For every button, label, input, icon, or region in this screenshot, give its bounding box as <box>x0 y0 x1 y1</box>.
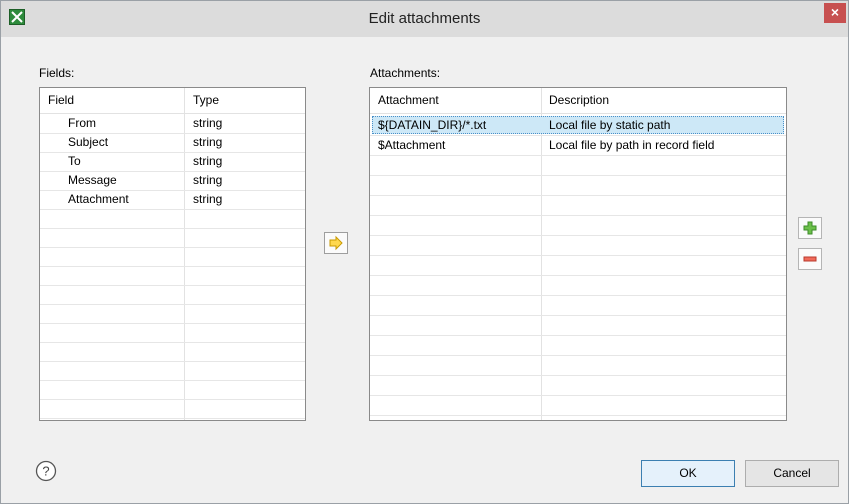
empty-table-row[interactable] <box>40 228 305 248</box>
ok-button[interactable]: OK <box>641 460 735 487</box>
table-row[interactable]: Message string <box>40 171 305 191</box>
field-name-cell: Subject <box>68 135 109 149</box>
column-header-type[interactable]: Type <box>185 88 305 113</box>
table-row[interactable]: From string <box>40 114 305 134</box>
empty-table-row[interactable] <box>370 236 786 256</box>
table-row[interactable]: To string <box>40 152 305 172</box>
empty-table-row[interactable] <box>370 156 786 176</box>
column-header-description[interactable]: Description <box>541 88 786 113</box>
empty-table-row[interactable] <box>40 285 305 305</box>
field-type-cell: string <box>193 135 223 149</box>
empty-table-row[interactable] <box>370 356 786 376</box>
column-header-field[interactable]: Field <box>40 88 185 113</box>
empty-table-row[interactable] <box>370 316 786 336</box>
arrow-right-icon <box>329 235 343 251</box>
empty-table-row[interactable] <box>370 256 786 276</box>
table-row[interactable]: $Attachment Local file by path in record … <box>370 136 786 156</box>
attachments-table[interactable]: Attachment Description ${DATAIN_DIR}/*.t… <box>369 87 787 421</box>
description-cell: Local file by static path <box>549 118 671 132</box>
empty-table-row[interactable] <box>370 296 786 316</box>
remove-attachment-button[interactable] <box>798 248 822 270</box>
close-button[interactable]: × <box>824 3 846 23</box>
edit-attachments-dialog: Edit attachments × Fields: Field Type Fr… <box>0 0 849 504</box>
close-icon: × <box>830 4 840 20</box>
empty-table-row[interactable] <box>40 361 305 381</box>
empty-table-row[interactable] <box>40 323 305 343</box>
fields-label: Fields: <box>39 66 75 80</box>
empty-table-row[interactable] <box>370 276 786 296</box>
field-type-cell: string <box>193 173 223 187</box>
table-row[interactable]: Subject string <box>40 133 305 153</box>
empty-table-row[interactable] <box>370 396 786 416</box>
svg-text:?: ? <box>42 464 49 479</box>
field-name-cell: Attachment <box>68 192 129 206</box>
empty-table-row[interactable] <box>40 266 305 286</box>
fields-table-header: Field Type <box>40 88 305 114</box>
attachment-cell: ${DATAIN_DIR}/*.txt <box>378 118 487 132</box>
table-row[interactable]: ${DATAIN_DIR}/*.txt Local file by static … <box>370 116 786 136</box>
column-header-attachment[interactable]: Attachment <box>370 88 541 113</box>
field-name-cell: From <box>68 116 96 130</box>
empty-table-row[interactable] <box>370 336 786 356</box>
title-bar: Edit attachments × <box>1 1 848 37</box>
field-type-cell: string <box>193 154 223 168</box>
empty-table-row[interactable] <box>40 209 305 229</box>
plus-icon <box>803 221 817 235</box>
empty-table-row[interactable] <box>370 376 786 396</box>
help-icon[interactable]: ? <box>35 460 57 482</box>
empty-table-row[interactable] <box>40 380 305 400</box>
attachments-label: Attachments: <box>370 66 441 80</box>
dialog-title: Edit attachments <box>368 10 481 27</box>
empty-table-row[interactable] <box>40 247 305 267</box>
add-to-attachments-button[interactable] <box>324 232 348 254</box>
add-attachment-button[interactable] <box>798 217 822 239</box>
field-name-cell: To <box>68 154 81 168</box>
field-type-cell: string <box>193 116 223 130</box>
empty-table-row[interactable] <box>40 399 305 419</box>
empty-table-row[interactable] <box>370 216 786 236</box>
empty-table-row[interactable] <box>370 196 786 216</box>
fields-table[interactable]: Field Type From string Subject string To stri… <box>39 87 306 421</box>
minus-icon <box>803 256 817 262</box>
empty-table-row[interactable] <box>40 342 305 362</box>
attachments-table-header: Attachment Description <box>370 88 786 114</box>
cancel-button[interactable]: Cancel <box>745 460 839 487</box>
field-name-cell: Message <box>68 173 117 187</box>
table-row[interactable]: Attachment string <box>40 190 305 210</box>
attachment-cell: $Attachment <box>378 138 446 152</box>
description-cell: Local file by path in record field <box>549 138 715 152</box>
empty-table-row[interactable] <box>40 304 305 324</box>
field-type-cell: string <box>193 192 223 206</box>
empty-table-row[interactable] <box>370 176 786 196</box>
